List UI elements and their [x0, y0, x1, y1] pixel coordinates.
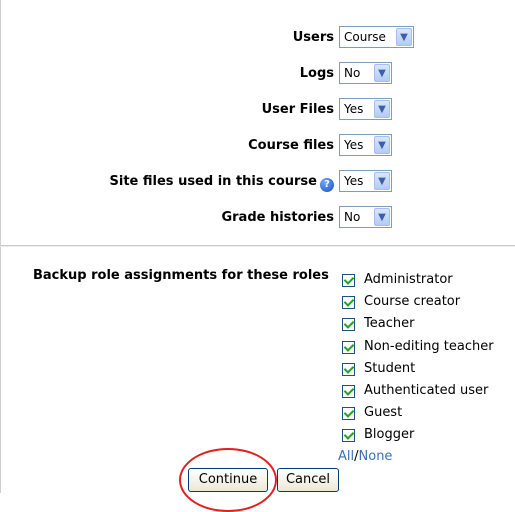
setting-label-site-files: Site files used in this course? [110, 174, 334, 192]
course-files-select[interactable]: Yes ▼ [339, 134, 392, 156]
checkbox-checked-icon[interactable] [342, 429, 355, 442]
site-files-select[interactable]: Yes ▼ [339, 170, 392, 192]
logs-select-value: No [344, 66, 361, 80]
user-files-select[interactable]: Yes ▼ [339, 98, 392, 120]
chevron-down-icon[interactable]: ▼ [374, 64, 390, 82]
course-files-select-value: Yes [344, 138, 364, 152]
role-label: Authenticated user [364, 383, 489, 398]
site-files-select-value: Yes [344, 174, 364, 188]
setting-label-logs: Logs [299, 66, 334, 81]
chevron-down-icon[interactable]: ▼ [374, 208, 390, 226]
checkbox-checked-icon[interactable] [342, 341, 355, 354]
users-select[interactable]: Course ▼ [339, 26, 414, 48]
setting-label-course-files: Course files [248, 138, 334, 153]
user-files-select-value: Yes [344, 102, 364, 116]
setting-row-user-files: User Files Yes ▼ [0, 98, 515, 124]
role-label: Guest [364, 405, 403, 420]
grade-histories-select-value: No [344, 210, 361, 224]
role-label: Student [364, 361, 416, 376]
role-label: Non-editing teacher [364, 339, 494, 354]
role-label: Administrator [364, 272, 453, 287]
setting-label-user-files: User Files [261, 102, 334, 117]
role-label: Blogger [364, 427, 415, 442]
setting-row-course-files: Course files Yes ▼ [0, 134, 515, 160]
chevron-down-icon[interactable]: ▼ [374, 136, 390, 154]
checkbox-checked-icon[interactable] [342, 296, 355, 309]
checkbox-checked-icon[interactable] [342, 274, 355, 287]
help-icon[interactable]: ? [320, 178, 334, 192]
logs-select[interactable]: No ▼ [339, 62, 392, 84]
users-select-value: Course [344, 30, 386, 44]
select-all-link[interactable]: All [338, 449, 354, 464]
setting-label-users: Users [292, 30, 334, 45]
checkbox-checked-icon[interactable] [342, 407, 355, 420]
grade-histories-select[interactable]: No ▼ [339, 206, 392, 228]
setting-row-users: Users Course ▼ [0, 26, 515, 52]
setting-label-grade-histories: Grade histories [221, 210, 334, 225]
checkbox-checked-icon[interactable] [342, 385, 355, 398]
cancel-button[interactable]: Cancel [277, 468, 339, 492]
section-divider [0, 245, 515, 247]
chevron-down-icon[interactable]: ▼ [396, 28, 412, 46]
chevron-down-icon[interactable]: ▼ [374, 100, 390, 118]
setting-row-grade-histories: Grade histories No ▼ [0, 206, 515, 232]
chevron-down-icon[interactable]: ▼ [374, 172, 390, 190]
roles-label: Backup role assignments for these roles [33, 268, 329, 283]
checkbox-checked-icon[interactable] [342, 363, 355, 376]
setting-row-site-files: Site files used in this course? Yes ▼ [0, 170, 515, 196]
select-all-none: All/None [338, 449, 392, 464]
setting-row-logs: Logs No ▼ [0, 62, 515, 88]
select-none-link[interactable]: None [359, 449, 393, 464]
role-label: Course creator [364, 294, 461, 309]
site-files-label-text: Site files used in this course [109, 174, 317, 189]
checkbox-checked-icon[interactable] [342, 318, 355, 331]
highlight-circle-annotation [179, 448, 277, 512]
role-label: Teacher [364, 316, 415, 331]
